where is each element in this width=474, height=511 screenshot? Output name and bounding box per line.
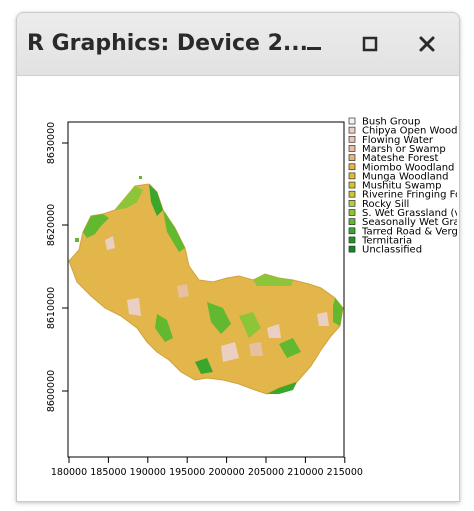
legend-swatch [348, 145, 356, 152]
x-tick-label: 215000 [327, 467, 363, 478]
legend-swatch [348, 227, 356, 235]
legend-swatch [348, 218, 356, 225]
y-tick-label: 8620000 [46, 204, 57, 246]
plot-area: 180000 185000 190000 195000 200000 205000 2100… [17, 76, 459, 501]
x-tick-label: 205000 [248, 467, 284, 478]
x-tick-label: 180000 [51, 467, 87, 478]
minimize-icon [307, 47, 321, 50]
legend: Bush GroupChipya Open WoodlFlowing Water… [348, 117, 459, 256]
raster-map-plot: 180000 185000 190000 195000 200000 205000 2100… [46, 117, 459, 479]
y-tick-label: 8600000 [46, 370, 57, 412]
legend-swatch [348, 236, 356, 244]
y-tick-label: 8610000 [46, 287, 57, 329]
close-icon [419, 36, 435, 52]
legend-swatch [348, 117, 356, 125]
legend-swatch [348, 126, 356, 134]
x-tick-label: 185000 [90, 467, 126, 478]
r-graphics-window: R Graphics: Device 2... 180000 185000 19… [16, 12, 460, 502]
legend-label: Unclassified [362, 245, 422, 256]
x-tick-label: 190000 [130, 467, 166, 478]
legend-swatch [348, 172, 356, 180]
legend-swatch [348, 181, 356, 189]
legend-swatch [348, 163, 356, 171]
legend-swatch [348, 135, 356, 143]
x-tick-label: 210000 [287, 467, 323, 478]
maximize-icon [362, 36, 378, 52]
minimize-button[interactable] [297, 27, 331, 61]
x-axis: 180000 185000 190000 195000 200000 205000 2100… [51, 457, 363, 478]
y-axis: 8600000 8610000 8620000 8630000 [46, 122, 68, 412]
x-tick-label: 195000 [169, 467, 205, 478]
legend-swatch [348, 245, 356, 253]
title-bar[interactable]: R Graphics: Device 2... [17, 13, 459, 76]
landcover-raster [68, 176, 344, 395]
window-title: R Graphics: Device 2... [27, 31, 308, 56]
legend-swatch [348, 154, 356, 161]
maximize-button[interactable] [353, 27, 387, 61]
legend-swatch [348, 199, 356, 207]
legend-swatch [348, 209, 356, 216]
legend-swatch [348, 190, 356, 198]
x-tick-label: 200000 [208, 467, 244, 478]
close-button[interactable] [410, 27, 444, 61]
y-tick-label: 8630000 [46, 122, 57, 164]
